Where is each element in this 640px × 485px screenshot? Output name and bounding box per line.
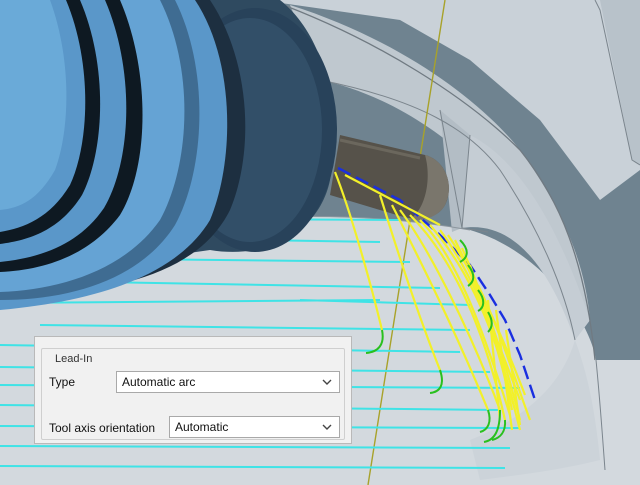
lead-in-group-title: Lead-In <box>52 353 96 365</box>
3d-viewport[interactable]: Lead-In Type Automatic arc Tool axis ori… <box>0 0 640 485</box>
tool-axis-orientation-label: Tool axis orientation <box>49 421 156 435</box>
type-dropdown-value: Automatic arc <box>122 375 196 389</box>
tool-axis-orientation-dropdown[interactable]: Automatic <box>169 416 340 438</box>
lead-in-panel: Lead-In Type Automatic arc Tool axis ori… <box>34 336 352 444</box>
chevron-down-icon <box>322 379 332 385</box>
chevron-down-icon <box>322 424 332 430</box>
type-label: Type <box>49 375 76 389</box>
tool-axis-orientation-value: Automatic <box>175 420 229 434</box>
lead-in-group: Lead-In Type Automatic arc Tool axis ori… <box>41 348 345 440</box>
type-dropdown[interactable]: Automatic arc <box>116 371 340 393</box>
